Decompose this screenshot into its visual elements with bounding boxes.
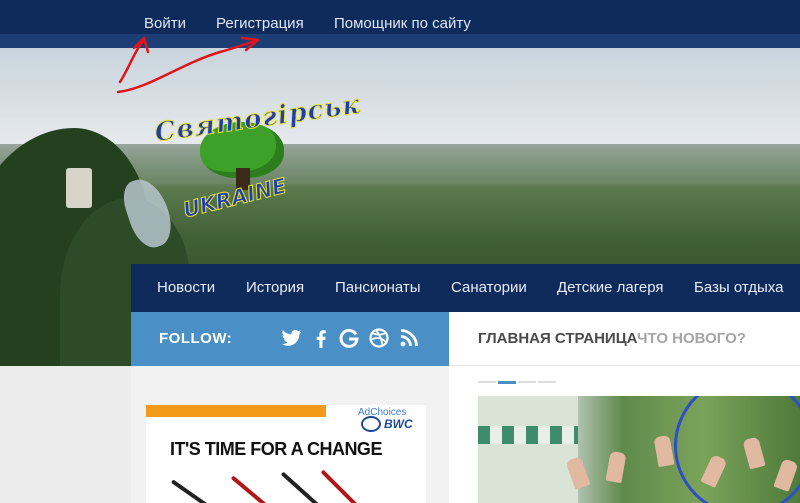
slider-dots — [478, 381, 558, 384]
nav-item-news[interactable]: Новости — [157, 279, 215, 296]
heading-whats-new[interactable]: ЧТО НОВОГО? — [637, 330, 746, 347]
follow-label: FOLLOW: — [159, 330, 233, 347]
ad-brand: BWC — [384, 417, 413, 431]
photo-hand — [605, 450, 627, 484]
ad-product-probe — [170, 479, 231, 503]
slider-dot-active[interactable] — [498, 381, 516, 384]
main-nav: Новости История Пансионаты Санатории Дет… — [131, 264, 800, 312]
featured-photo[interactable] — [478, 396, 800, 503]
ad-product-probe — [230, 475, 289, 503]
photo-pattern-strip — [478, 426, 578, 444]
annotation-arrows — [116, 36, 260, 94]
slider-dot[interactable] — [478, 381, 496, 383]
photo-hand — [653, 434, 675, 468]
ad-product-probe — [320, 469, 366, 503]
section-heading: ГЛАВНАЯ СТРАНИЦА ЧТО НОВОГО? — [449, 312, 800, 366]
site-logo[interactable]: Святогірськ UKRAINE — [152, 89, 363, 230]
ad-headline: IT'S TIME FOR A CHANGE — [170, 439, 382, 459]
slider-dot[interactable] — [538, 381, 556, 383]
ad-orange-stripe — [146, 405, 326, 417]
heading-main-page: ГЛАВНАЯ СТРАНИЦА — [478, 330, 638, 347]
nav-item-boarding-houses[interactable]: Пансионаты — [335, 279, 421, 296]
content-column — [449, 366, 800, 503]
nav-item-history[interactable]: История — [246, 279, 304, 296]
rss-icon[interactable] — [397, 326, 421, 350]
logo-subtitle: UKRAINE — [180, 173, 289, 223]
twitter-icon[interactable] — [279, 326, 303, 350]
site-helper-link[interactable]: Помощник по сайту — [334, 15, 471, 32]
hero-monastery — [66, 168, 92, 208]
ad-banner[interactable]: AdChoices BWC IT'S TIME FOR A CHANGE — [146, 405, 426, 503]
bwc-logo-icon — [361, 416, 381, 432]
facebook-icon[interactable] — [309, 326, 333, 350]
dribbble-icon[interactable] — [367, 326, 391, 350]
photo-wall — [478, 396, 578, 503]
nav-item-kids-camps[interactable]: Детские лагеря — [557, 279, 664, 296]
google-icon[interactable] — [337, 326, 361, 350]
slider-dot[interactable] — [518, 381, 536, 383]
nav-item-sanatoriums[interactable]: Санатории — [451, 279, 527, 296]
nav-item-recreation-bases[interactable]: Базы отдыха — [694, 279, 783, 296]
follow-bar: FOLLOW: — [131, 312, 449, 366]
